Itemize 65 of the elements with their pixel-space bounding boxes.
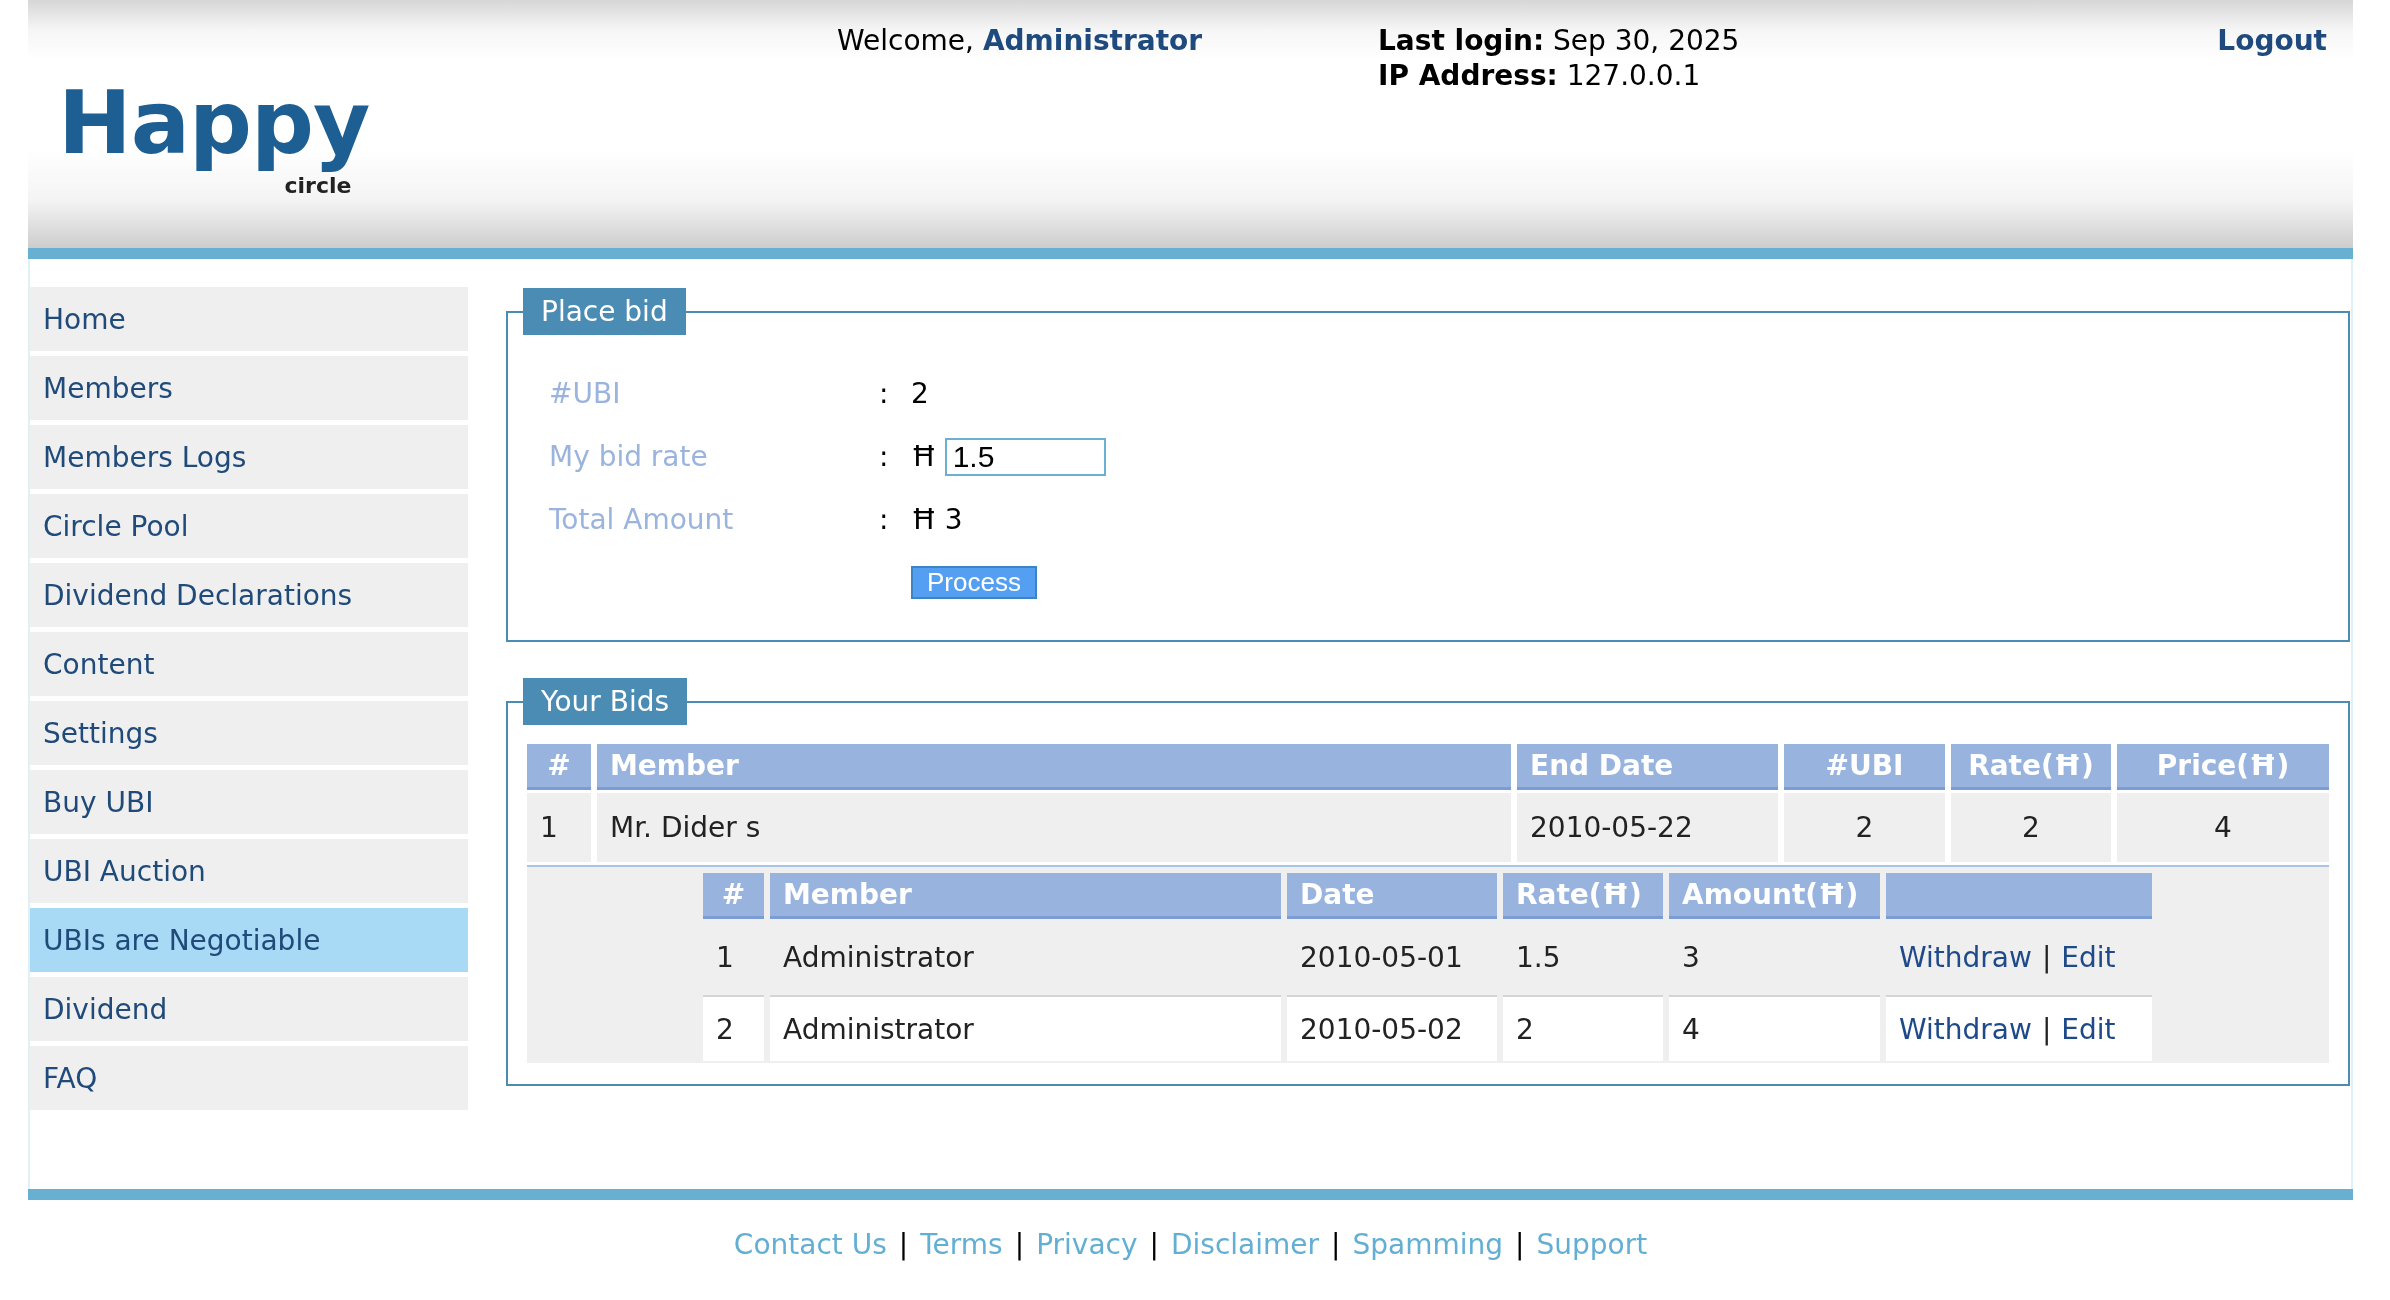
column-header: Member [597,744,1511,790]
table-cell: Mr. Dider s [597,793,1511,862]
label-separator: : [879,440,889,473]
table-cell: 2 [703,995,764,1061]
column-header: Member [770,873,1281,919]
link-separator: | [1515,1227,1525,1263]
table-cell: 4 [1669,995,1880,1061]
column-header: Rate(Ħ) [1503,873,1663,919]
link-separator: | [1014,1227,1025,1263]
panel-title: Place bid [523,288,686,335]
sidebar-item[interactable]: Dividend Declarations [30,563,468,627]
column-header: Rate(Ħ) [1951,744,2111,790]
table-cell: 2 [1503,995,1663,1061]
column-header: Amount(Ħ) [1669,873,1880,919]
currency-symbol: Ħ [911,440,937,473]
action-link[interactable]: Withdraw [1899,940,2032,974]
field-label: Total Amount [549,503,734,536]
table-cell: 2010-05-22 [1517,793,1778,862]
column-header: # [527,744,591,790]
column-header: Price(Ħ) [2117,744,2329,790]
field-label: My bid rate [549,440,708,473]
sidebar-item[interactable]: Buy UBI [30,770,468,834]
sidebar-item[interactable]: Members Logs [30,425,468,489]
label-separator: : [879,503,889,536]
field-label: #UBI [549,377,621,410]
link-separator: | [2041,940,2052,974]
column-header: End Date [1517,744,1778,790]
table-cell: 2010-05-02 [1287,995,1497,1061]
action-link[interactable]: Edit [2061,940,2116,974]
logo-text: Happy [58,72,370,174]
label-separator: : [879,377,889,410]
welcome-text: Welcome, Administrator [837,24,1203,57]
panel-title: Your Bids [523,678,688,725]
ip-address-text: IP Address: 127.0.0.1 [1378,58,1702,93]
action-link[interactable]: Edit [2061,1012,2116,1046]
last-login-text: Last login: Sep 30, 2025 [1378,23,1740,58]
column-header: Date [1287,873,1497,919]
bid-rate-input[interactable]: 1.5 [944,437,1106,476]
link-separator: | [1149,1227,1159,1263]
table-cell: 1 [527,793,591,862]
sidebar-item[interactable]: Members [30,356,468,420]
sidebar-item[interactable]: UBIs are Negotiable [30,908,468,972]
column-header: # [703,873,764,919]
sidebar-item[interactable]: Home [30,287,468,351]
field-value: 2 [911,377,929,410]
logo-subtext: circle [284,173,352,200]
sidebar-item[interactable]: Settings [30,701,468,765]
link-separator: | [898,1227,909,1263]
user-link[interactable]: Administrator [982,24,1203,57]
currency-symbol: Ħ [911,503,937,536]
sidebar-item[interactable]: Content [30,632,468,696]
field-value: 3 [944,503,963,536]
sidebar-item[interactable]: UBI Auction [30,839,468,903]
sidebar-item[interactable]: Dividend [30,977,468,1041]
link-separator: | [2041,1012,2052,1046]
sidebar-item[interactable]: Circle Pool [30,494,468,558]
sidebar-item[interactable]: FAQ [30,1046,468,1110]
table-cell: 4 [2117,793,2329,862]
table-cell: 2 [1951,793,2111,862]
link-separator: | [1331,1227,1341,1263]
action-link[interactable]: Withdraw [1899,1012,2032,1046]
table-cell: Administrator [770,995,1281,1061]
logout-link[interactable]: Logout [2217,24,2327,57]
table-cell: 2 [1784,793,1945,862]
column-header: #UBI [1784,744,1945,790]
